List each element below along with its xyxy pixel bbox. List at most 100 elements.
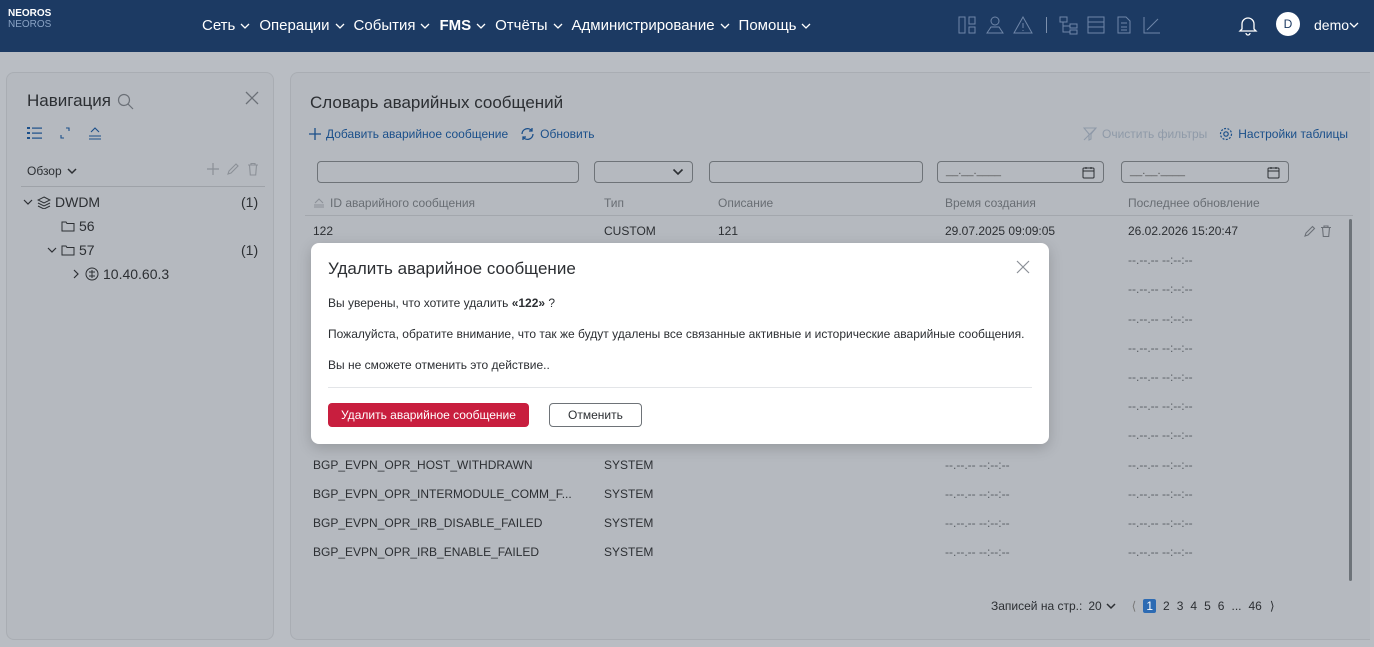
column-header-id[interactable]: ID аварийного сообщения <box>313 196 475 210</box>
topology-icon[interactable] <box>956 14 978 36</box>
delete-alarm-dialog: Удалить аварийное сообщение Вы уверены, … <box>311 243 1049 444</box>
chevron-down-icon <box>335 23 345 29</box>
pencil-icon[interactable] <box>1303 224 1317 238</box>
cell-created: --.--.-- --:--:-- <box>945 457 1010 472</box>
tree-node[interactable]: 10.40.60.3 <box>71 266 169 282</box>
column-header-created[interactable]: Время создания <box>945 196 1036 210</box>
updated-date-filter[interactable]: __.__.____ <box>1121 161 1289 183</box>
cell-updated: --.--.-- --:--:-- <box>1128 486 1193 501</box>
type-filter-select[interactable] <box>594 161 693 183</box>
close-icon[interactable] <box>1015 259 1031 275</box>
dialog-question: Вы уверены, что хотите удалить «122» ? <box>328 296 555 310</box>
bell-icon[interactable] <box>1236 13 1260 37</box>
page-number[interactable]: 46 <box>1249 599 1262 613</box>
cell-created: --.--.-- --:--:-- <box>945 545 1010 560</box>
folder-icon <box>61 221 75 232</box>
chart-icon[interactable] <box>1141 14 1163 36</box>
table-settings-button[interactable]: Настройки таблицы <box>1219 127 1348 141</box>
clear-filters-button[interactable]: Очистить фильтры <box>1083 127 1207 141</box>
column-header-type[interactable]: Тип <box>604 196 624 210</box>
chevron-down-icon <box>421 23 430 29</box>
row-actions <box>1301 224 1333 238</box>
trash-icon[interactable] <box>1319 224 1333 238</box>
plus-icon[interactable] <box>205 161 221 177</box>
menu-item[interactable]: Помощь <box>739 17 812 34</box>
column-header-description[interactable]: Описание <box>718 196 773 210</box>
chevron-down-icon[interactable] <box>47 245 57 255</box>
page-number[interactable]: 5 <box>1204 599 1211 613</box>
user-menu[interactable]: demo <box>1314 17 1359 33</box>
menu-item[interactable]: События <box>354 17 431 34</box>
add-alarm-button[interactable]: Добавить аварийное сообщение <box>309 127 508 141</box>
clear-filters-label: Очистить фильтры <box>1102 127 1208 141</box>
cell-updated: --.--.-- --:--:-- <box>1128 370 1193 384</box>
overview-dropdown[interactable]: Обзор <box>27 164 77 178</box>
trash-icon[interactable] <box>245 161 261 177</box>
menu-item[interactable]: Операции <box>259 17 345 34</box>
list-view-icon[interactable] <box>27 125 43 141</box>
cell-updated: --.--.-- --:--:-- <box>1128 340 1193 355</box>
search-icon[interactable] <box>117 93 134 110</box>
table-scrollbar[interactable] <box>1349 219 1352 581</box>
cell-updated: --.--.-- --:--:-- <box>1128 545 1193 560</box>
menu-item[interactable]: Администрирование <box>572 17 730 34</box>
cell-updated: --.--.-- --:--:-- <box>1128 399 1193 414</box>
menu-item[interactable]: Отчёты <box>495 17 562 34</box>
menu-item-label: Операции <box>259 17 330 34</box>
clear-filter-icon <box>1083 127 1097 141</box>
column-header-updated[interactable]: Последнее обновление <box>1128 196 1260 210</box>
menu-item-label: FMS <box>439 17 472 34</box>
calendar-icon[interactable] <box>1267 166 1280 179</box>
chevron-right-icon[interactable]: ⟩ <box>1270 599 1275 613</box>
page-number[interactable]: 1 <box>1143 599 1157 613</box>
tree-node[interactable]: 56 <box>61 218 95 234</box>
chevron-right-icon[interactable] <box>71 269 81 279</box>
pencil-icon[interactable] <box>225 161 241 177</box>
cancel-button[interactable]: Отменить <box>549 403 642 427</box>
navigation-title: Навигация <box>27 91 111 110</box>
refresh-button[interactable]: Обновить <box>520 127 594 141</box>
page-number[interactable]: 6 <box>1218 599 1225 613</box>
chevron-down-icon[interactable] <box>23 197 33 207</box>
tree-node[interactable]: 57 <box>47 242 95 258</box>
close-icon[interactable] <box>243 89 261 107</box>
warning-icon[interactable] <box>1012 14 1034 36</box>
plus-icon <box>309 128 321 140</box>
cell-created: 29.07.2025 09:09:05 <box>945 224 1056 238</box>
header-divider <box>305 215 1353 216</box>
menu-item[interactable]: FMS <box>439 17 486 34</box>
sort-icon[interactable] <box>313 198 325 208</box>
calendar-icon[interactable] <box>1082 166 1095 179</box>
folder-icon <box>61 245 75 256</box>
page-number[interactable]: 3 <box>1177 599 1184 613</box>
brand-logo[interactable]: NEOROS NEOROS <box>8 8 51 30</box>
users-icon[interactable] <box>984 14 1006 36</box>
chevron-down-icon <box>553 23 562 29</box>
tree-node-label: 57 <box>79 242 95 258</box>
menu-item[interactable]: Сеть <box>202 17 250 34</box>
tree-node-label: 56 <box>79 218 95 234</box>
page-list: 1 2 3 4 5 6... 46 <box>1136 599 1262 613</box>
per-page-select[interactable]: 20 <box>1088 599 1116 613</box>
id-filter-input[interactable] <box>317 161 579 183</box>
tree-node[interactable]: DWDM <box>23 194 100 210</box>
column-header-label: ID аварийного сообщения <box>330 196 476 210</box>
layers-icon <box>37 196 51 209</box>
table-settings-label: Настройки таблицы <box>1238 127 1349 141</box>
cell-created: --.--.-- --:--:-- <box>945 486 1010 501</box>
menu-item-label: Помощь <box>738 17 797 34</box>
document-icon[interactable] <box>1113 14 1135 36</box>
chevron-down-icon <box>476 23 486 29</box>
description-filter-input[interactable] <box>709 161 923 183</box>
avatar[interactable]: D <box>1276 12 1300 36</box>
expand-icon[interactable] <box>57 125 73 141</box>
hierarchy-icon[interactable] <box>1057 14 1079 36</box>
cell-id: BGP_EVPN_OPR_HOST_WITHDRAWN <box>313 457 533 472</box>
list-icon[interactable] <box>1085 14 1107 36</box>
page-number[interactable]: 2 <box>1163 599 1170 613</box>
collapse-all-icon[interactable] <box>87 125 103 141</box>
created-date-filter[interactable]: __.__.____ <box>937 161 1104 183</box>
page-number[interactable]: 4 <box>1190 599 1197 613</box>
cell-id: BGP_EVPN_OPR_IRB_ENABLE_FAILED <box>313 545 540 560</box>
confirm-delete-button[interactable]: Удалить аварийное сообщение <box>328 403 529 427</box>
